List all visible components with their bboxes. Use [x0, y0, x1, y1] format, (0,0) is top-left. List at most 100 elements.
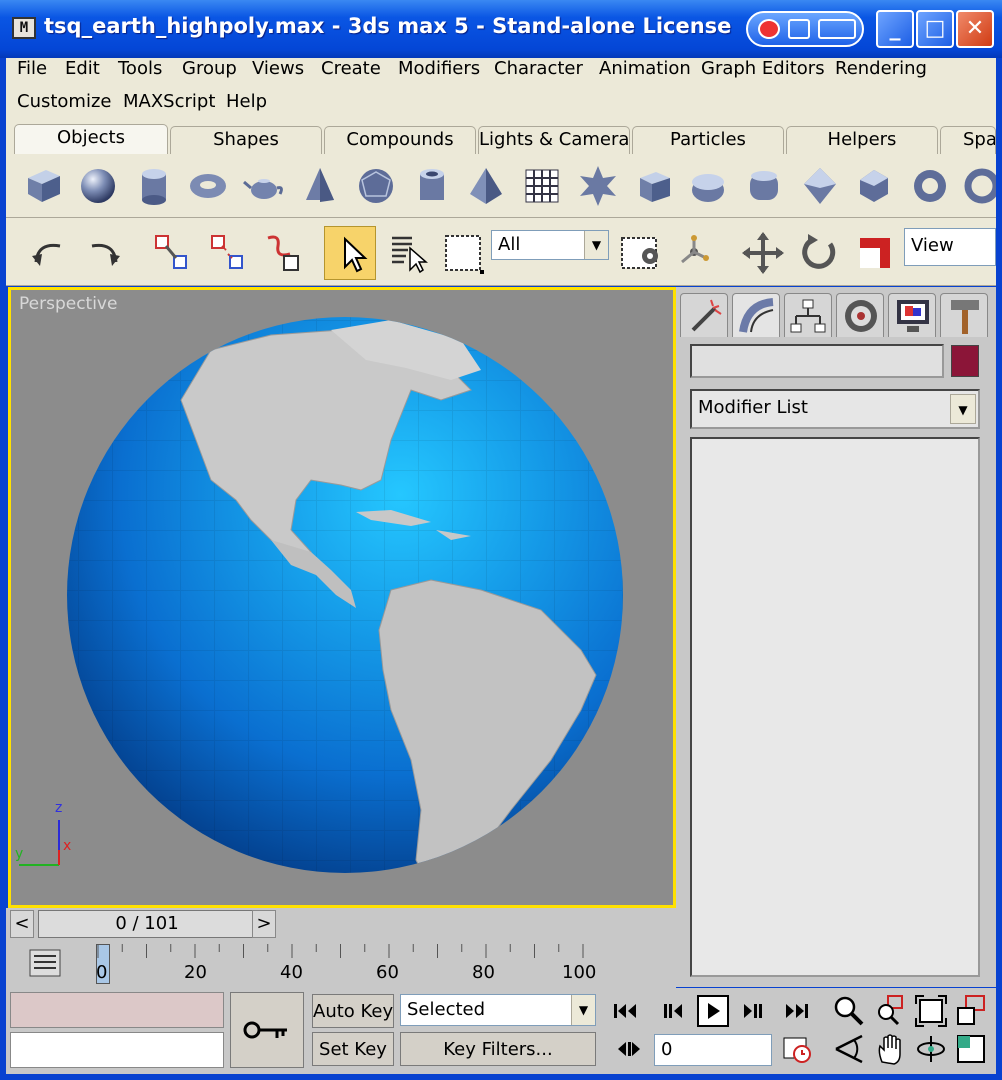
torus-knot-icon[interactable] — [962, 164, 996, 208]
curve-editor-icon[interactable] — [28, 946, 62, 980]
menu-customize[interactable]: Customize — [17, 91, 111, 112]
cylinder-icon[interactable] — [132, 164, 176, 208]
tab-create[interactable] — [680, 293, 728, 337]
play-animation-icon[interactable] — [696, 994, 730, 1028]
key-mode-dropdown[interactable]: Selected ▼ — [400, 994, 596, 1026]
maxscript-listener-white[interactable] — [10, 1032, 224, 1068]
modifier-stack[interactable] — [690, 437, 980, 977]
spindle-icon[interactable] — [798, 164, 842, 208]
maximize-viewport-icon[interactable] — [954, 1032, 988, 1066]
window-crossing-icon[interactable] — [618, 230, 664, 276]
capsule-icon[interactable] — [742, 164, 786, 208]
window-extras-group[interactable] — [746, 11, 864, 47]
plane-icon[interactable] — [520, 164, 564, 208]
tab-lights-cameras[interactable]: Lights & Cameras — [478, 126, 630, 154]
geosphere-icon[interactable] — [354, 164, 398, 208]
tab-particles[interactable]: Particles — [632, 126, 784, 154]
menu-modifiers[interactable]: Modifiers — [398, 58, 480, 79]
tab-helpers[interactable]: Helpers — [786, 126, 938, 154]
ring-wave-icon[interactable] — [908, 164, 952, 208]
next-frame-icon[interactable] — [736, 994, 770, 1028]
menu-file[interactable]: File — [17, 58, 47, 79]
selection-filter-dropdown[interactable]: All ▼ — [491, 230, 609, 260]
hedra-icon[interactable] — [576, 164, 620, 208]
reference-coordinate-system-dropdown[interactable]: View — [904, 228, 996, 266]
zoom-extents-icon[interactable] — [914, 994, 948, 1028]
tab-motion[interactable] — [836, 293, 884, 337]
gengon-icon[interactable] — [852, 164, 896, 208]
object-color-swatch[interactable] — [951, 345, 979, 377]
undo-icon[interactable] — [26, 230, 72, 276]
go-to-end-icon[interactable] — [780, 994, 814, 1028]
select-and-manipulate-icon[interactable] — [672, 230, 718, 276]
tab-utilities[interactable] — [940, 293, 988, 337]
current-frame-field[interactable]: 0 — [654, 1034, 772, 1066]
set-key-mode-button[interactable] — [230, 992, 304, 1068]
tab-objects[interactable]: Objects — [14, 124, 168, 154]
perspective-viewport[interactable]: Perspective z y x — [8, 287, 676, 908]
oil-tank-icon[interactable] — [686, 164, 730, 208]
maximize-button[interactable]: □ — [916, 10, 954, 48]
record-icon[interactable] — [758, 19, 780, 39]
tab-display[interactable] — [888, 293, 936, 337]
key-mode-toggle-icon[interactable] — [612, 1032, 646, 1066]
zoom-extents-all-icon[interactable] — [954, 994, 988, 1028]
bind-to-space-warp-icon[interactable] — [260, 230, 306, 276]
frame-ruler[interactable] — [90, 944, 610, 986]
earth-model[interactable]: z y x — [11, 290, 673, 905]
menu-animation[interactable]: Animation — [599, 58, 691, 79]
previous-frame-icon[interactable] — [656, 994, 690, 1028]
arc-rotate-icon[interactable] — [914, 1032, 948, 1066]
pan-hand-icon[interactable] — [874, 1032, 908, 1066]
field-of-view-icon[interactable] — [832, 1032, 866, 1066]
pyramid-icon[interactable] — [464, 164, 508, 208]
tab-compounds[interactable]: Compounds — [324, 126, 476, 154]
title-bar[interactable]: M tsq_earth_highpoly.max - 3ds max 5 - S… — [0, 0, 1002, 58]
select-and-move-icon[interactable] — [740, 230, 786, 276]
maxscript-listener-pink[interactable] — [10, 992, 224, 1028]
key-filters-button[interactable]: Key Filters... — [400, 1032, 596, 1066]
menu-group[interactable]: Group — [182, 58, 237, 79]
select-by-name-icon[interactable] — [386, 230, 432, 276]
menu-character[interactable]: Character — [494, 58, 583, 79]
select-and-link-icon[interactable] — [148, 230, 194, 276]
auto-key-button[interactable]: Auto Key — [312, 994, 394, 1028]
menu-create[interactable]: Create — [321, 58, 381, 79]
close-button[interactable]: ✕ — [956, 10, 994, 48]
redo-icon[interactable] — [80, 230, 126, 276]
tab-space-warps[interactable]: Spa — [940, 126, 996, 154]
time-slider[interactable]: 0 / 101 — [38, 910, 256, 938]
set-key-button[interactable]: Set Key — [312, 1032, 394, 1066]
tab-modify[interactable] — [732, 293, 780, 337]
chamfer-box-icon[interactable] — [632, 164, 676, 208]
time-prev-arrow[interactable]: < — [10, 910, 34, 938]
tab-hierarchy[interactable] — [784, 293, 832, 337]
rectangular-selection-icon[interactable] — [440, 230, 486, 276]
menu-tools[interactable]: Tools — [118, 58, 162, 79]
zoom-all-icon[interactable] — [874, 994, 908, 1028]
select-and-rotate-icon[interactable] — [796, 230, 842, 276]
menu-help[interactable]: Help — [226, 91, 267, 112]
zoom-icon[interactable] — [832, 994, 866, 1028]
select-and-scale-icon[interactable] — [852, 230, 898, 276]
unlink-selection-icon[interactable] — [204, 230, 250, 276]
torus-icon[interactable] — [186, 164, 230, 208]
tube-icon[interactable] — [410, 164, 454, 208]
time-next-arrow[interactable]: > — [252, 910, 276, 938]
object-name-field[interactable] — [690, 344, 944, 378]
menu-maxscript[interactable]: MAXScript — [123, 91, 215, 112]
cone-icon[interactable] — [298, 164, 342, 208]
select-object-button[interactable] — [324, 226, 376, 280]
menu-edit[interactable]: Edit — [65, 58, 100, 79]
tab-shapes[interactable]: Shapes — [170, 126, 322, 154]
tray-icon[interactable] — [788, 19, 810, 39]
teapot-icon[interactable] — [242, 164, 286, 208]
menu-graph-editors[interactable]: Graph Editors — [701, 58, 825, 79]
minimize-button[interactable]: _ — [876, 10, 914, 48]
sphere-icon[interactable] — [76, 164, 120, 208]
go-to-start-icon[interactable] — [608, 994, 642, 1028]
app-icon[interactable]: M — [12, 17, 36, 39]
box-icon[interactable] — [22, 164, 66, 208]
menu-views[interactable]: Views — [252, 58, 304, 79]
restore-bar-icon[interactable] — [818, 19, 856, 39]
